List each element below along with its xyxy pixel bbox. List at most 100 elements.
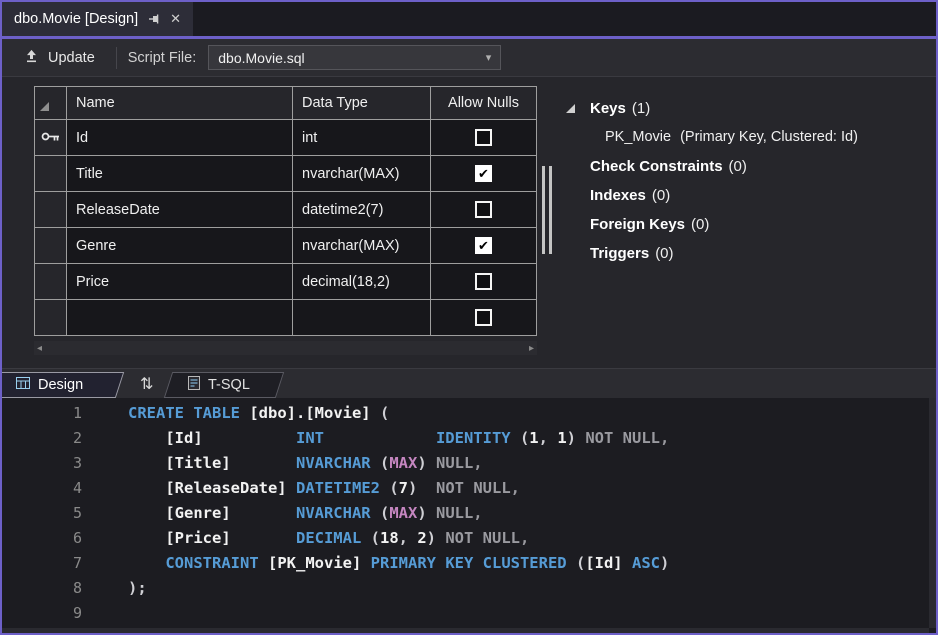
row-header-cell[interactable] <box>35 156 67 192</box>
section-count: (0) <box>655 245 673 262</box>
allow-nulls-checkbox[interactable] <box>475 201 492 218</box>
code-horizontal-scrollbar[interactable] <box>2 628 929 633</box>
section-label: Check Constraints <box>590 158 723 175</box>
pane-tab-design[interactable]: Design <box>0 372 120 398</box>
close-icon[interactable]: ✕ <box>170 11 181 27</box>
swap-panes-button[interactable]: ⇅ <box>140 372 153 398</box>
context-section[interactable]: Keys (1) <box>564 94 934 123</box>
pane-tab-tsql[interactable]: T-SQL <box>168 372 280 398</box>
line-number: 4 <box>2 476 82 501</box>
code-line: 2 [Id] INT IDENTITY (1, 1) NOT NULL, <box>2 426 936 451</box>
context-section[interactable]: Check Constraints (0) <box>564 152 934 181</box>
table-row[interactable]: Titlenvarchar(MAX) ✔ <box>35 156 537 192</box>
update-icon <box>24 48 39 68</box>
pin-icon[interactable] <box>148 13 160 25</box>
child-name: PK_Movie <box>605 129 671 145</box>
column-name-cell[interactable]: ReleaseDate <box>67 192 293 228</box>
allow-nulls-checkbox[interactable]: ✔ <box>475 237 492 254</box>
allow-nulls-checkbox[interactable]: ✔ <box>475 165 492 182</box>
code-text: [Price] DECIMAL (18, 2) NOT NULL, <box>128 526 529 551</box>
pane-tab-strip: Design ⇅ T-SQL <box>2 368 936 398</box>
document-tab-title: dbo.Movie [Design] <box>14 11 138 27</box>
row-header-cell[interactable] <box>35 192 67 228</box>
scroll-left-icon[interactable]: ◂ <box>37 343 42 354</box>
section-count: (1) <box>632 100 650 117</box>
toolbar-separator <box>116 47 117 69</box>
line-number: 9 <box>2 601 82 626</box>
table-row[interactable] <box>35 300 537 336</box>
table-row[interactable]: Pricedecimal(18,2) <box>35 264 537 300</box>
line-number: 1 <box>2 401 82 426</box>
allow-nulls-cell[interactable] <box>431 300 537 336</box>
script-file-combobox[interactable]: dbo.Movie.sql ▾ <box>208 45 501 70</box>
design-tab-label: Design <box>38 377 83 393</box>
code-text: [Id] INT IDENTITY (1, 1) NOT NULL, <box>128 426 669 451</box>
allow-nulls-cell[interactable]: ✔ <box>431 156 537 192</box>
script-file-value: dbo.Movie.sql <box>218 50 304 66</box>
code-line: 6 [Price] DECIMAL (18, 2) NOT NULL, <box>2 526 936 551</box>
line-number: 5 <box>2 501 82 526</box>
code-text: CREATE TABLE [dbo].[Movie] ( <box>128 401 389 426</box>
row-header-cell[interactable] <box>35 300 67 336</box>
update-label: Update <box>48 50 95 66</box>
context-section[interactable]: Indexes(0) <box>564 181 934 210</box>
design-tab-icon <box>16 377 30 393</box>
grid-horizontal-scrollbar[interactable]: ◂ ▸ <box>34 341 537 355</box>
column-header-allow-nulls[interactable]: Allow Nulls <box>431 87 537 120</box>
table-row[interactable]: ReleaseDatedatetime2(7) <box>35 192 537 228</box>
section-count: (0) <box>652 187 670 204</box>
section-label: Foreign Keys <box>590 216 685 233</box>
data-type-cell[interactable]: int <box>293 120 431 156</box>
code-vertical-scrollbar[interactable] <box>929 398 936 628</box>
table-row[interactable]: Genrenvarchar(MAX) ✔ <box>35 228 537 264</box>
allow-nulls-checkbox[interactable] <box>475 309 492 326</box>
data-type-cell[interactable]: nvarchar(MAX) <box>293 156 431 192</box>
document-tab[interactable]: dbo.Movie [Design] ✕ <box>2 2 193 36</box>
code-line: 8); <box>2 576 936 601</box>
toolbar: Update Script File: dbo.Movie.sql ▾ <box>2 39 936 77</box>
line-number: 7 <box>2 551 82 576</box>
table-row[interactable]: Idint <box>35 120 537 156</box>
data-type-cell[interactable]: datetime2(7) <box>293 192 431 228</box>
expander-icon[interactable] <box>566 104 575 113</box>
context-section[interactable]: Triggers(0) <box>564 239 934 268</box>
allow-nulls-cell[interactable] <box>431 120 537 156</box>
allow-nulls-cell[interactable] <box>431 192 537 228</box>
line-number: 8 <box>2 576 82 601</box>
column-name-cell[interactable]: Genre <box>67 228 293 264</box>
columns-grid: Name Data Type Allow Nulls IdintTitlenva… <box>34 86 537 336</box>
primary-key-row-header[interactable] <box>35 120 67 156</box>
primary-key-icon <box>41 130 60 146</box>
row-header-cell[interactable] <box>35 228 67 264</box>
section-count: (0) <box>691 216 709 233</box>
row-header-cell[interactable] <box>35 264 67 300</box>
column-name-cell[interactable]: Id <box>67 120 293 156</box>
tsql-tab-icon <box>188 376 200 394</box>
dropdown-arrow-icon: ▾ <box>486 51 492 64</box>
section-count: (0) <box>729 158 747 175</box>
tsql-code-editor[interactable]: 1 CREATE TABLE [dbo].[Movie] (2 [Id] INT … <box>2 398 936 633</box>
code-text: ); <box>128 576 147 601</box>
data-type-cell[interactable]: nvarchar(MAX) <box>293 228 431 264</box>
data-type-cell[interactable] <box>293 300 431 336</box>
grid-corner-cell[interactable] <box>35 87 67 120</box>
column-name-cell[interactable]: Title <box>67 156 293 192</box>
context-section[interactable]: Foreign Keys (0) <box>564 210 934 239</box>
column-name-cell[interactable]: Price <box>67 264 293 300</box>
column-name-cell[interactable] <box>67 300 293 336</box>
allow-nulls-checkbox[interactable] <box>475 129 492 146</box>
grid-header-row: Name Data Type Allow Nulls <box>35 87 537 120</box>
context-child-item[interactable]: PK_Movie(Primary Key, Clustered: Id) <box>564 123 934 152</box>
scroll-right-icon[interactable]: ▸ <box>529 343 534 354</box>
allow-nulls-checkbox[interactable] <box>475 273 492 290</box>
allow-nulls-cell[interactable] <box>431 264 537 300</box>
allow-nulls-cell[interactable]: ✔ <box>431 228 537 264</box>
section-label: Keys <box>590 100 626 117</box>
update-button[interactable]: Update <box>14 45 105 71</box>
column-header-data-type[interactable]: Data Type <box>293 87 431 120</box>
data-type-cell[interactable]: decimal(18,2) <box>293 264 431 300</box>
code-text: [Genre] NVARCHAR (MAX) NULL, <box>128 501 483 526</box>
grid-vertical-scrollbar[interactable] <box>542 166 552 254</box>
column-header-name[interactable]: Name <box>67 87 293 120</box>
grid-body: IdintTitlenvarchar(MAX) ✔ ReleaseDatedatet… <box>35 120 537 336</box>
